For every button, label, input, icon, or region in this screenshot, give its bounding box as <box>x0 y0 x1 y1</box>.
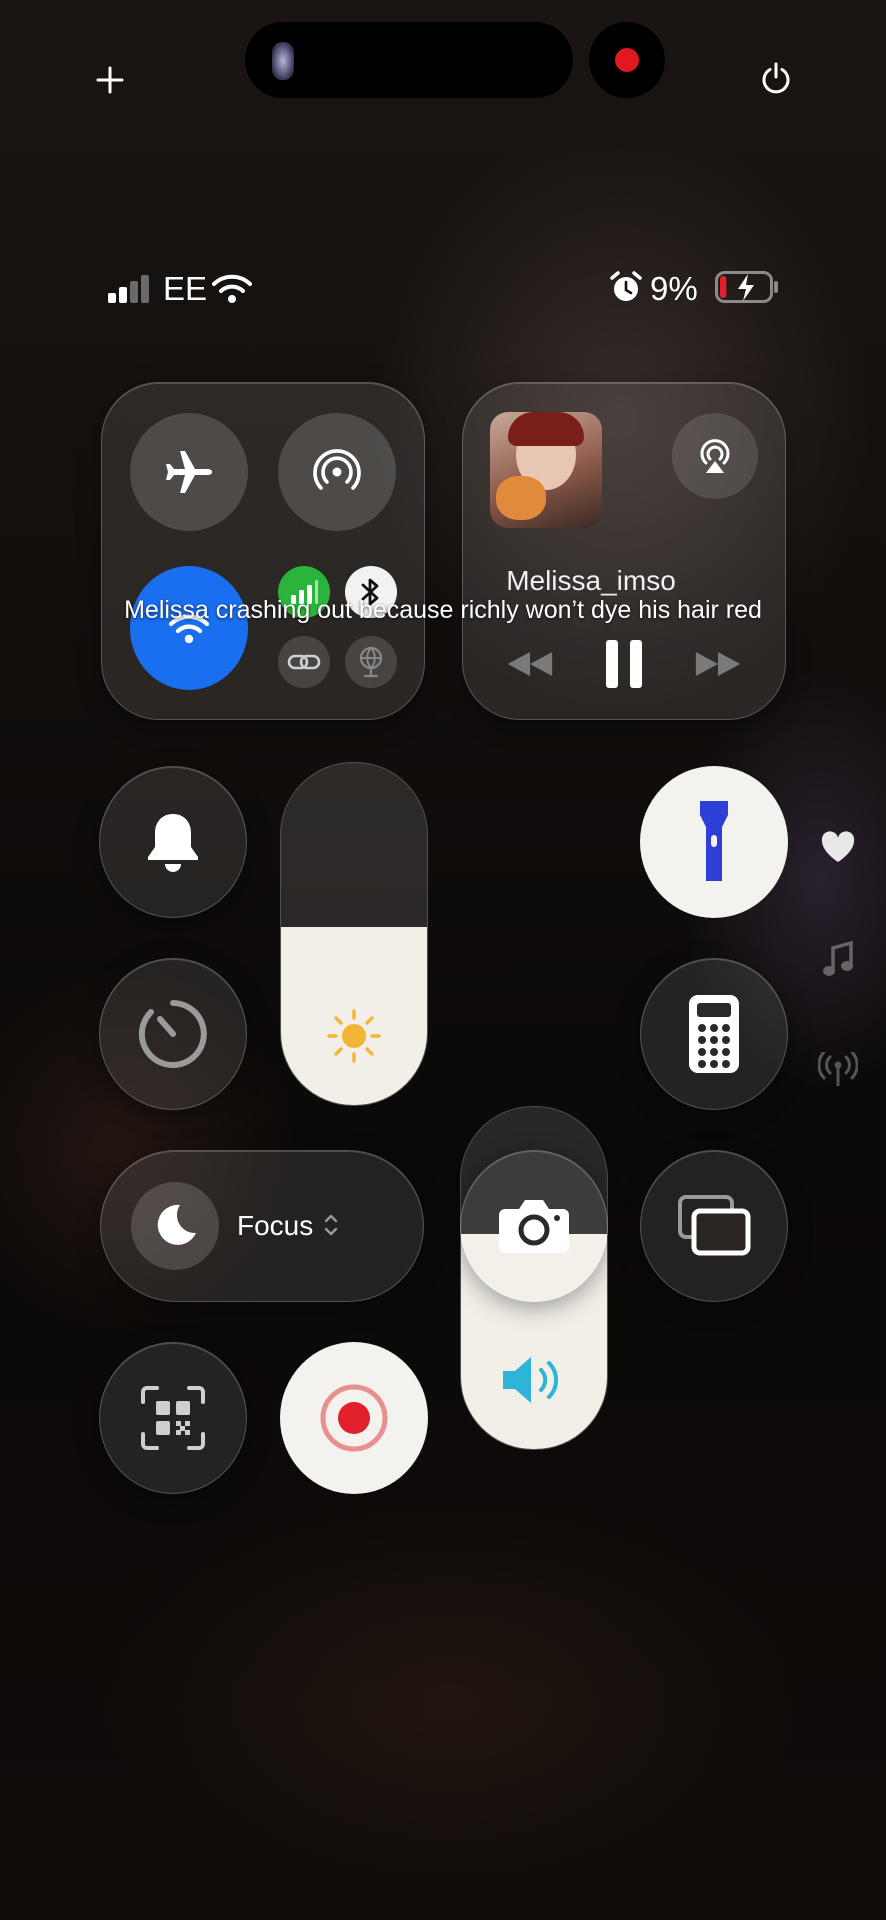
silent-mode-toggle[interactable] <box>99 766 247 918</box>
bell-icon <box>148 814 198 872</box>
flashlight-toggle[interactable] <box>640 766 788 918</box>
airplane-mode-toggle[interactable] <box>130 413 248 531</box>
now-playing-title: Melissa_imso <box>506 565 676 596</box>
globe-icon <box>359 646 383 678</box>
plus-icon <box>96 66 124 94</box>
music-note-icon[interactable] <box>822 940 854 980</box>
screen-mirroring-button[interactable] <box>640 1150 788 1302</box>
recording-dot-icon <box>615 48 639 72</box>
rewind-icon <box>507 652 553 676</box>
antenna-icon[interactable] <box>817 1050 859 1088</box>
pause-icon <box>606 640 642 688</box>
calculator-button[interactable] <box>640 958 788 1110</box>
airplane-icon <box>166 451 212 493</box>
chevron-updown-icon <box>323 1212 339 1241</box>
sun-icon <box>325 1007 383 1065</box>
airdrop-icon <box>313 449 361 490</box>
dynamic-island <box>245 22 573 98</box>
flashlight-icon <box>700 801 728 881</box>
power-button[interactable] <box>748 50 804 106</box>
screen-record-button[interactable] <box>280 1342 428 1494</box>
moon-icon <box>131 1182 219 1270</box>
focus-label: Focus <box>237 1210 314 1241</box>
battery-percent: 9% <box>650 270 698 307</box>
screen-recording-indicator[interactable] <box>589 22 665 98</box>
fast-forward-icon <box>695 652 741 676</box>
timer-button[interactable] <box>99 958 247 1110</box>
carrier-label: EE <box>163 270 208 307</box>
wifi-toggle[interactable] <box>130 566 248 690</box>
airplay-icon <box>700 439 730 473</box>
focus-button[interactable]: Focus <box>100 1150 424 1302</box>
add-control-button[interactable] <box>82 52 138 108</box>
power-icon <box>762 62 790 94</box>
fast-forward-button[interactable] <box>688 644 748 684</box>
camera-icon <box>499 1200 569 1253</box>
camera-button[interactable] <box>460 1150 608 1302</box>
airplay-button[interactable] <box>672 413 758 499</box>
signal-icon <box>106 274 156 304</box>
speaker-icon <box>499 1351 569 1409</box>
brightness-slider[interactable] <box>280 762 428 1106</box>
timer-icon <box>138 1000 207 1068</box>
airdrop-toggle[interactable] <box>278 413 396 531</box>
vpn-toggle[interactable] <box>345 636 397 688</box>
island-indicator <box>272 42 294 80</box>
play-pause-button[interactable] <box>598 636 650 692</box>
qr-scanner-button[interactable] <box>99 1342 247 1494</box>
rewind-button[interactable] <box>500 644 560 684</box>
album-artwork <box>490 412 602 528</box>
video-caption: Melissa crashing out because richly won’… <box>124 596 762 624</box>
heart-icon[interactable] <box>820 830 856 864</box>
screen-mirroring-icon <box>678 1195 751 1256</box>
qr-code-icon <box>141 1386 205 1450</box>
battery-icon <box>715 271 779 303</box>
wifi-status-icon <box>212 274 252 304</box>
link-toggle[interactable] <box>278 636 330 688</box>
calculator-icon <box>689 995 739 1073</box>
link-icon <box>287 654 321 670</box>
alarm-icon <box>609 270 643 304</box>
record-icon <box>320 1384 388 1452</box>
